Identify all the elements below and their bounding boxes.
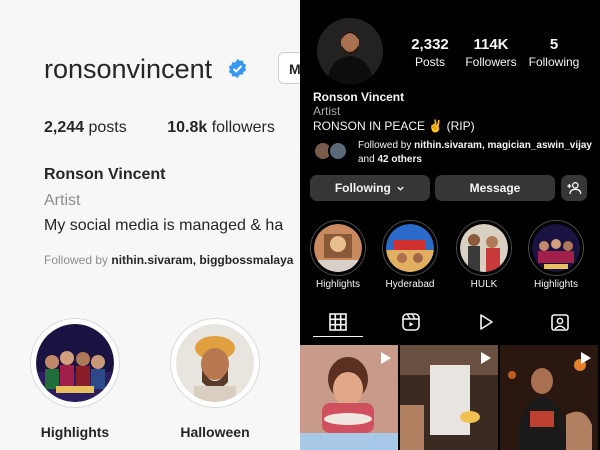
highlight-ring (310, 220, 366, 276)
highlight-item[interactable]: Highlights (309, 220, 367, 290)
mobile-profile-panel: 2,332 Posts 114K Followers 5 Following R… (300, 0, 600, 450)
desktop-profile-panel: ronsonvincent M 2,244 posts 10.8k follow… (0, 0, 300, 450)
followers-label: Followers (465, 55, 517, 69)
profile-tabs (300, 312, 600, 338)
posts-label: posts (88, 119, 127, 136)
followers-label: followers (211, 119, 275, 136)
followers-stat[interactable]: 10.8k followers (167, 119, 275, 136)
highlight-item[interactable]: Highlights (527, 220, 585, 290)
highlight-label: HULK (470, 279, 498, 290)
highlight-label: Hyderabad (385, 279, 435, 290)
highlight-label: Highlights (534, 279, 578, 290)
highlight-ring (382, 220, 438, 276)
post-thumbnail[interactable] (400, 345, 498, 450)
highlight-item[interactable]: Halloween (170, 318, 260, 440)
profile-photo (317, 18, 383, 84)
followed-by-text[interactable]: Followed by nithin.sivaram, biggbossmala… (44, 253, 293, 267)
posts-label: Posts (414, 55, 445, 69)
followed-by-and: and (358, 154, 375, 165)
grid-icon[interactable] (328, 312, 348, 332)
posts-count: 2,244 (44, 119, 85, 136)
followed-by-prefix: Followed by (358, 140, 412, 151)
highlight-cover-image (386, 224, 434, 272)
suggested-people-button[interactable] (561, 175, 587, 201)
post-thumbnail[interactable] (300, 345, 398, 450)
profile-name: Ronson Vincent (44, 166, 166, 183)
highlight-cover-image (314, 224, 362, 272)
highlight-cover-image (532, 224, 580, 272)
highlight-ring (170, 318, 260, 408)
followed-by-names[interactable]: nithin.sivaram, biggbossmalaya (111, 253, 293, 267)
post-grid (300, 345, 600, 450)
following-button-label: Following (334, 181, 391, 195)
highlight-cover-image (36, 324, 114, 402)
profile-username: ronsonvincent (44, 54, 213, 84)
posts-count: 2,332 (411, 36, 449, 53)
profile-stats: 2,244 posts 10.8k followers (44, 119, 275, 137)
verified-badge-icon (228, 58, 247, 79)
followers-count: 10.8k (167, 119, 208, 136)
reel-indicator-icon (481, 352, 491, 364)
avatar[interactable] (317, 18, 383, 84)
profile-bio: RONSON IN PEACE ✌️ (RIP) (313, 119, 475, 133)
highlight-cover-image (176, 324, 254, 402)
post-thumbnail[interactable] (500, 345, 598, 450)
active-tab-indicator (313, 336, 363, 337)
highlight-ring (528, 220, 584, 276)
highlight-item[interactable]: HULK (455, 220, 513, 290)
highlight-item[interactable]: Hyderabad (381, 220, 439, 290)
following-stat[interactable]: 5 Following (528, 36, 580, 69)
profile-category: Artist (44, 192, 81, 209)
chevron-down-icon (397, 187, 404, 192)
highlight-cover-image (460, 224, 508, 272)
play-icon[interactable] (476, 312, 496, 332)
following-count: 5 (549, 36, 559, 53)
message-button-partial[interactable]: M (278, 52, 300, 84)
reel-indicator-icon (381, 352, 391, 364)
highlight-label: Highlights (316, 279, 360, 290)
reels-icon[interactable] (401, 312, 421, 332)
add-person-icon (567, 182, 582, 195)
highlight-ring (30, 318, 120, 408)
highlight-label: Halloween (180, 424, 250, 440)
profile-bio: My social media is managed & ha (44, 217, 284, 234)
followed-by-others[interactable]: 42 others (377, 154, 421, 165)
follower-avatar (328, 141, 348, 161)
tagged-icon[interactable] (550, 312, 570, 332)
highlight-ring (456, 220, 512, 276)
following-label: Following (528, 55, 580, 69)
profile-name: Ronson Vincent (313, 90, 405, 104)
followed-by-text[interactable]: Followed by nithin.sivaram, magician_asw… (358, 139, 598, 167)
highlight-label: Highlights (40, 424, 110, 440)
highlight-item[interactable]: Highlights (30, 318, 120, 440)
profile-category: Artist (313, 104, 341, 118)
followers-count: 114K (473, 36, 509, 53)
message-button[interactable]: Message (435, 175, 555, 201)
message-button-label: Message (469, 181, 521, 195)
following-button[interactable]: Following (310, 175, 430, 201)
followed-by-prefix: Followed by (44, 253, 109, 267)
reel-indicator-icon (581, 352, 591, 364)
followers-stat[interactable]: 114K Followers (463, 36, 519, 69)
followed-by-names[interactable]: nithin.sivaram, magician_aswin_vijay (414, 140, 592, 151)
posts-stat[interactable]: 2,244 posts (44, 119, 127, 136)
posts-stat[interactable]: 2,332 Posts (404, 36, 456, 69)
